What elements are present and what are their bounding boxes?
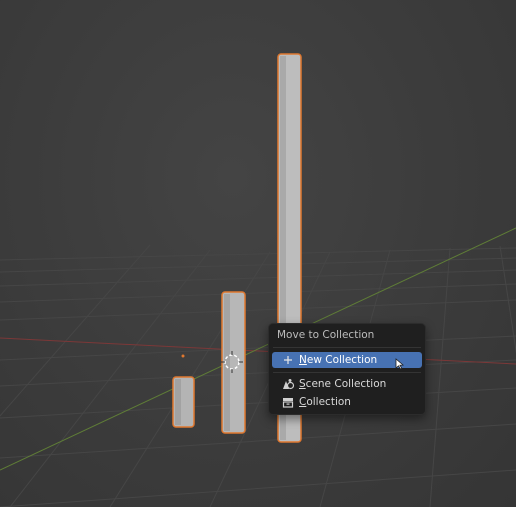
x-axis-line bbox=[0, 337, 516, 365]
viewport-scene bbox=[0, 53, 516, 507]
collection-icon bbox=[281, 395, 295, 409]
3d-viewport[interactable] bbox=[0, 0, 516, 507]
y-axis-line bbox=[0, 227, 516, 471]
origin-dot bbox=[181, 354, 185, 358]
menu-title: Move to Collection bbox=[277, 329, 375, 341]
menu-separator bbox=[273, 347, 421, 348]
scene-collection-icon bbox=[281, 377, 295, 391]
scene-collection-label: Scene Collection bbox=[299, 378, 387, 390]
scene-collection-item[interactable]: Scene Collection bbox=[272, 376, 422, 392]
mouse-pointer-icon bbox=[395, 358, 405, 370]
collection-label: Collection bbox=[299, 396, 351, 408]
short-pillar[interactable] bbox=[172, 376, 195, 428]
floor-grid bbox=[0, 244, 516, 507]
collection-item[interactable]: Collection bbox=[272, 394, 422, 410]
new-collection-label: New Collection bbox=[299, 354, 378, 366]
menu-separator bbox=[273, 372, 421, 373]
plus-icon bbox=[281, 353, 295, 367]
